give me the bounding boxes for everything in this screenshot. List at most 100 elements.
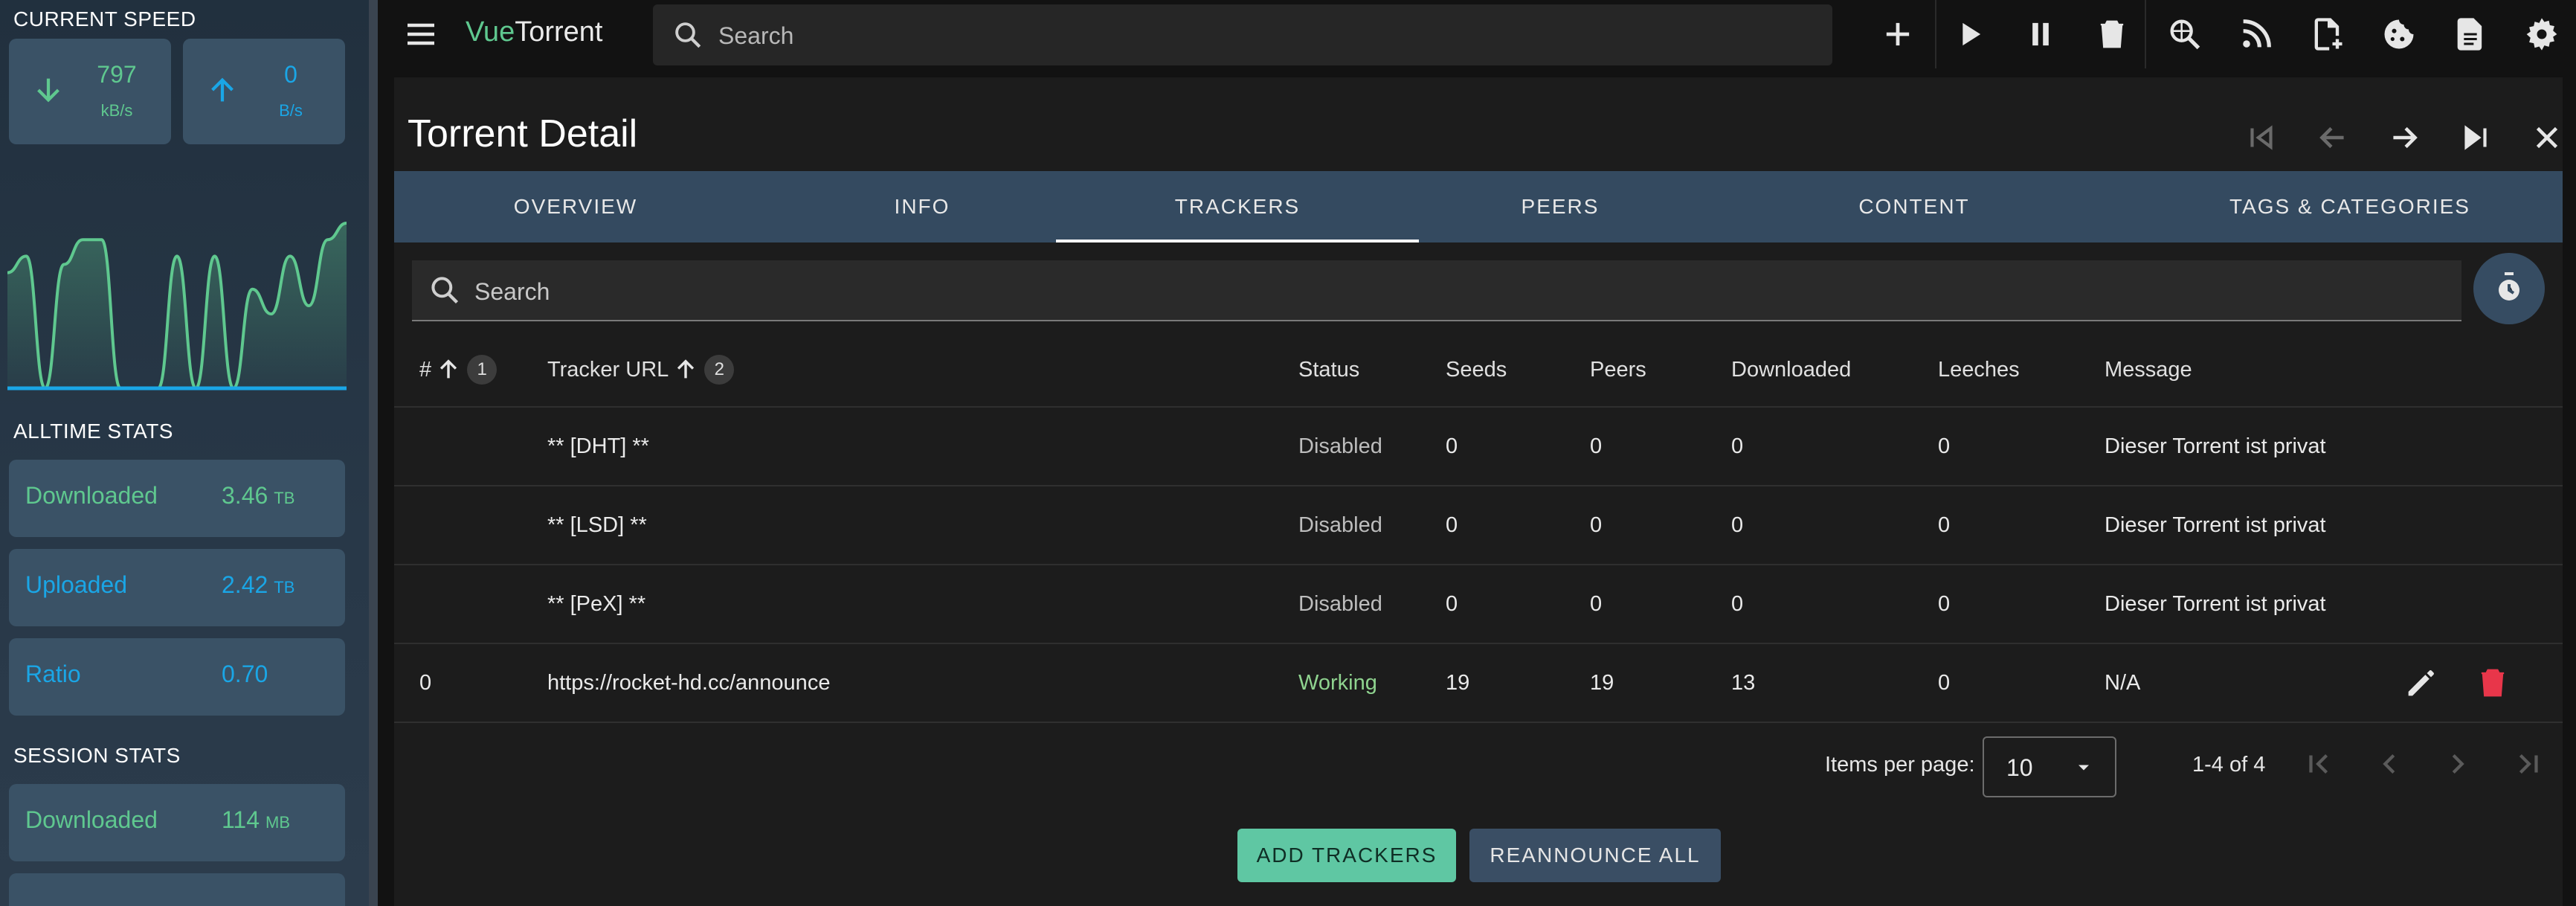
table-header-row: # 1 Tracker URL 2 Status Seeds Peers Dow… (394, 333, 2563, 408)
tab-trackers[interactable]: TRACKERS (1056, 171, 1419, 242)
cell-downloaded: 0 (1731, 434, 1744, 458)
tab-content[interactable]: CONTENT (1733, 171, 2096, 242)
logs-icon[interactable] (2451, 15, 2490, 54)
stat-number: 3.46 (222, 482, 268, 509)
items-per-page-select[interactable]: 10 (1983, 736, 2116, 797)
cell-status: Disabled (1298, 591, 1382, 616)
tab-info[interactable]: INFO (757, 171, 1087, 242)
header-peers[interactable]: Peers (1590, 333, 1646, 406)
cell-downloaded: 0 (1731, 591, 1744, 616)
search-placeholder: Search (718, 22, 794, 49)
alltime-downloaded-card: Downloaded 3.46 TB (9, 460, 345, 537)
add-file-icon[interactable] (2308, 15, 2347, 54)
last-page-icon[interactable] (2511, 747, 2545, 781)
sort-order-badge: 1 (467, 355, 498, 385)
tracker-search-input[interactable]: Search (412, 260, 2461, 321)
detail-tabs: OVERVIEW INFO TRACKERS PEERS CONTENT TAG… (394, 171, 2563, 242)
cell-seeds: 0 (1446, 513, 1458, 537)
tab-overview[interactable]: OVERVIEW (394, 171, 757, 242)
sort-ascending-icon (440, 359, 457, 379)
cell-leeches: 0 (1938, 670, 1951, 695)
search-plugin-icon[interactable] (2166, 15, 2204, 54)
reannounce-all-button[interactable]: REANNOUNCE ALL (1469, 829, 1721, 882)
previous-page-icon[interactable] (2372, 747, 2406, 781)
session-stats-title: SESSION STATS (13, 744, 181, 767)
current-speed-title: CURRENT SPEED (13, 7, 196, 30)
cookie-icon[interactable] (2380, 15, 2418, 54)
download-speed-card: 797 kB/s (9, 39, 171, 144)
settings-icon[interactable] (2522, 15, 2561, 54)
pagination-range: 1-4 of 4 (2192, 753, 2266, 777)
next-page-icon[interactable] (2441, 747, 2475, 781)
menu-icon[interactable] (403, 16, 439, 52)
alltime-uploaded-card: Uploaded 2.42 TB (9, 549, 345, 626)
upload-speed-value: 0 (284, 61, 297, 88)
upload-speed-card: 0 B/s (183, 39, 345, 144)
header-index-label: # (419, 357, 432, 382)
dialog-title: Torrent Detail (408, 112, 638, 155)
auto-refresh-button[interactable] (2473, 253, 2545, 324)
pause-icon[interactable] (2021, 15, 2060, 54)
arrow-up-icon (211, 77, 234, 102)
cell-message: Dieser Torrent ist privat (2105, 513, 2326, 537)
download-series-area (7, 223, 347, 388)
cell-message: Dieser Torrent ist privat (2105, 434, 2326, 458)
header-downloaded[interactable]: Downloaded (1731, 333, 1851, 406)
rss-icon[interactable] (2237, 15, 2276, 54)
stat-number: 2.42 (222, 571, 268, 598)
first-torrent-icon[interactable] (2243, 119, 2280, 156)
cell-downloaded: 0 (1731, 513, 1744, 537)
stat-value: 114 MB (222, 806, 290, 834)
toolbar-divider (2145, 0, 2146, 68)
search-placeholder: Search (474, 278, 550, 305)
header-tracker-url[interactable]: Tracker URL 2 (547, 333, 735, 406)
next-torrent-icon[interactable] (2386, 119, 2423, 156)
add-icon[interactable] (1878, 15, 1917, 54)
brand-suffix: Torrent (515, 16, 603, 48)
stat-unit: MB (265, 813, 291, 832)
header-leeches[interactable]: Leeches (1938, 333, 2020, 406)
app-brand: VueTorrent (466, 16, 602, 48)
stat-label: Downloaded (25, 482, 158, 509)
tab-peers[interactable]: PEERS (1394, 171, 1727, 242)
session-downloaded-card: Downloaded 114 MB (9, 784, 345, 861)
alltime-stats-title: ALLTIME STATS (13, 420, 173, 443)
header-seeds[interactable]: Seeds (1446, 333, 1507, 406)
edit-icon[interactable] (2402, 664, 2441, 702)
header-message[interactable]: Message (2105, 333, 2192, 406)
first-page-icon[interactable] (2302, 747, 2337, 781)
table-row: 0 https://rocket-hd.cc/announce Working … (394, 644, 2563, 723)
add-trackers-button[interactable]: ADD TRACKERS (1237, 829, 1456, 882)
last-torrent-icon[interactable] (2457, 119, 2494, 156)
previous-torrent-icon[interactable] (2314, 119, 2351, 156)
delete-icon[interactable] (2093, 15, 2131, 54)
close-icon[interactable] (2528, 119, 2566, 156)
search-icon (675, 22, 701, 48)
stat-value: 0.70 (222, 661, 268, 688)
table-row: ** [DHT] ** Disabled 0 0 0 0 Dieser Torr… (394, 408, 2563, 486)
cell-leeches: 0 (1938, 434, 1951, 458)
header-status[interactable]: Status (1298, 333, 1359, 406)
cell-status: Disabled (1298, 434, 1382, 458)
torrent-search-input[interactable]: Search (653, 4, 1832, 65)
delete-icon[interactable] (2473, 664, 2512, 702)
cell-message: N/A (2105, 670, 2141, 695)
sort-ascending-icon (677, 359, 695, 379)
timer-icon (2499, 272, 2519, 301)
torrent-detail-dialog: Torrent Detail OVERVIEW INFO TRACKERS PE… (394, 77, 2563, 906)
header-index[interactable]: # 1 (419, 333, 498, 406)
stat-unit: TB (274, 489, 295, 507)
cell-message: Dieser Torrent ist privat (2105, 591, 2326, 616)
cell-leeches: 0 (1938, 591, 1951, 616)
table-row: ** [LSD] ** Disabled 0 0 0 0 Dieser Torr… (394, 486, 2563, 565)
speed-graph (7, 222, 347, 391)
sort-order-badge: 2 (704, 355, 735, 385)
cell-status: Working (1298, 670, 1377, 695)
cell-url: ** [PeX] ** (547, 591, 646, 616)
play-icon[interactable] (1950, 15, 1989, 54)
stat-label: Downloaded (25, 806, 158, 833)
tab-tags-categories[interactable]: TAGS & CATEGORIES (2164, 171, 2536, 242)
upload-speed-unit: B/s (279, 101, 303, 120)
stat-number: 114 (222, 806, 260, 833)
download-speed-unit: kB/s (100, 101, 133, 120)
